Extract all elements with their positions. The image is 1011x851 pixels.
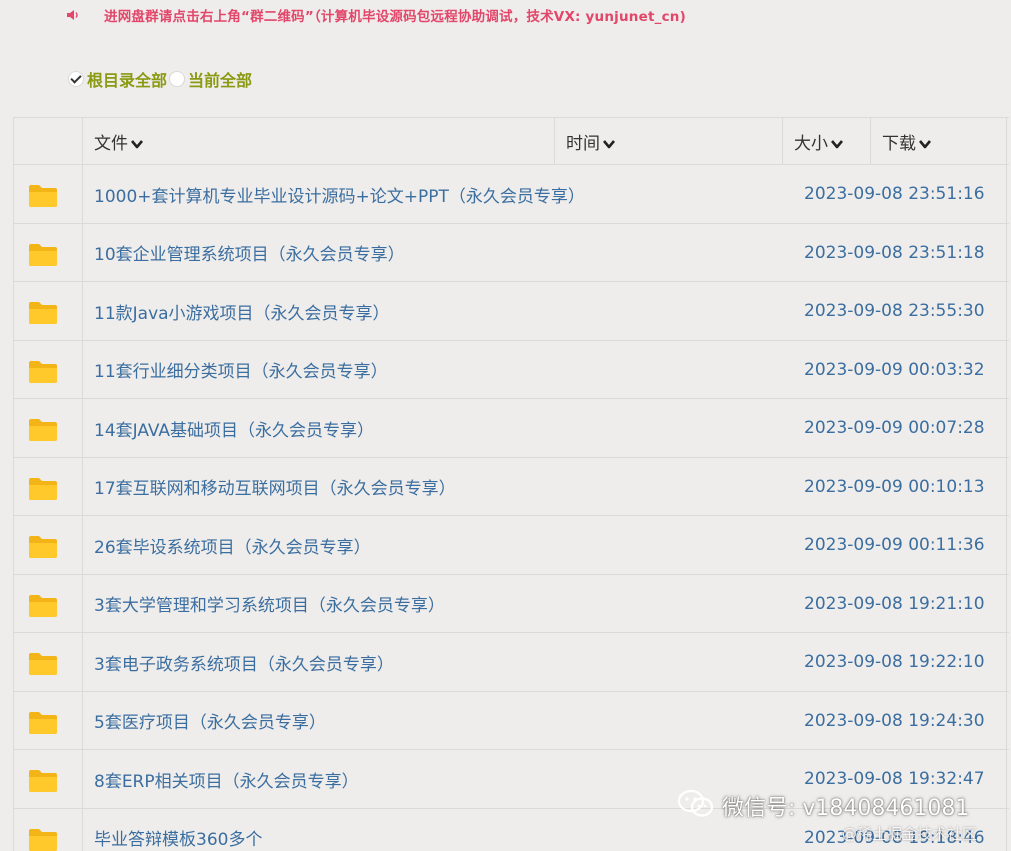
file-time: 2023-09-09 00:11:36	[804, 535, 985, 555]
scope-option-root-all[interactable]: 根目录全部	[68, 67, 167, 91]
file-name-link[interactable]: 8套ERP相关项目（永久会员专享）	[94, 750, 359, 808]
file-name-link[interactable]: 17套互联网和移动互联网项目（永久会员专享）	[94, 458, 456, 516]
folder-icon	[28, 243, 58, 267]
table-row[interactable]: 5套医疗项目（永久会员专享） 2023-09-08 19:24:30	[14, 692, 1009, 750]
folder-icon	[28, 711, 58, 735]
table-row[interactable]: 17套互联网和移动互联网项目（永久会员专享） 2023-09-09 00:10:1…	[14, 458, 1009, 516]
file-time: 2023-09-08 23:55:30	[804, 301, 985, 321]
file-name-link[interactable]: 26套毕设系统项目（永久会员专享）	[94, 516, 371, 574]
file-name-link[interactable]: 1000+套计算机专业毕业设计源码+论文+PPT（永久会员专享）	[94, 165, 585, 223]
search-scope: 根目录全部 当前全部	[68, 68, 252, 90]
file-time: 2023-09-08 19:21:10	[804, 593, 985, 614]
file-name-link[interactable]: 14套JAVA基础项目（永久会员专享）	[94, 399, 374, 457]
file-browser-page: 进网盘群请点击右上角“群二维码”（计算机毕设源码包远程协助调试，技术VX: yu…	[0, 0, 1011, 851]
folder-icon	[28, 184, 58, 208]
file-time: 2023-09-08 19:18:46	[804, 827, 985, 848]
table-row[interactable]: 14套JAVA基础项目（永久会员专享） 2023-09-09 00:07:28	[14, 399, 1009, 458]
table-row[interactable]: 10套企业管理系统项目（永久会员专享） 2023-09-08 23:51:18	[14, 224, 1009, 282]
column-header-size[interactable]: 大小	[794, 118, 844, 164]
file-time: 2023-09-09 00:07:28	[804, 418, 985, 438]
folder-icon	[28, 418, 58, 442]
file-name-link[interactable]: 3套电子政务系统项目（永久会员专享）	[94, 633, 394, 691]
table-row[interactable]: 11款Java小游戏项目（永久会员专享） 2023-09-08 23:55:30	[14, 282, 1009, 341]
scope-option-current-all[interactable]: 当前全部	[169, 67, 252, 91]
chevron-down-icon	[602, 135, 616, 149]
file-time: 2023-09-08 19:24:30	[804, 710, 985, 731]
column-header-download[interactable]: 下载	[882, 118, 932, 164]
column-header-time[interactable]: 时间	[566, 118, 616, 164]
notice-text[interactable]: 进网盘群请点击右上角“群二维码”（计算机毕设源码包远程协助调试，技术VX: yu…	[104, 5, 686, 25]
table-body: 1000+套计算机专业毕业设计源码+论文+PPT（永久会员专享） 2023-09-…	[14, 165, 1009, 851]
folder-icon	[28, 535, 58, 559]
file-time: 2023-09-09 00:10:13	[804, 476, 985, 497]
folder-icon	[28, 769, 58, 793]
column-header-label: 时间	[566, 133, 600, 154]
file-name-link[interactable]: 10套企业管理系统项目（永久会员专享）	[94, 224, 405, 282]
file-name-link[interactable]: 3套大学管理和学习系统项目（永久会员专享）	[94, 575, 445, 633]
file-time: 2023-09-08 23:51:18	[804, 242, 985, 263]
table-row[interactable]: 26套毕设系统项目（永久会员专享） 2023-09-09 00:11:36	[14, 516, 1009, 575]
scope-option-label: 当前全部	[188, 71, 253, 90]
file-time: 2023-09-08 19:32:47	[804, 769, 985, 789]
radio-unchecked-icon[interactable]	[169, 71, 186, 87]
file-name-link[interactable]: 11款Java小游戏项目（永久会员专享）	[94, 282, 390, 340]
file-name-link[interactable]: 毕业答辩模板360多个	[94, 809, 262, 851]
file-time: 2023-09-09 00:03:32	[804, 359, 985, 380]
file-name-link[interactable]: 5套医疗项目（永久会员专享）	[94, 692, 326, 750]
folder-icon	[28, 594, 58, 618]
radio-checked-icon[interactable]	[68, 71, 84, 87]
chevron-down-icon	[918, 135, 932, 149]
speaker-icon	[66, 7, 84, 21]
folder-icon	[28, 828, 58, 851]
column-header-label: 大小	[794, 133, 828, 154]
folder-icon	[28, 301, 58, 325]
table-row[interactable]: 1000+套计算机专业毕业设计源码+论文+PPT（永久会员专享） 2023-09-…	[14, 165, 1009, 224]
folder-icon	[28, 652, 58, 676]
folder-icon	[28, 477, 58, 501]
column-header-file[interactable]: 文件	[94, 118, 144, 164]
folder-icon	[28, 360, 58, 384]
file-time: 2023-09-08 19:22:10	[804, 652, 985, 672]
table-row[interactable]: 8套ERP相关项目（永久会员专享） 2023-09-08 19:32:47	[14, 750, 1009, 809]
chevron-down-icon	[130, 135, 144, 149]
file-table: 文件 时间 大小 下载 1000+套计算机专业毕业设计源码+论文+PPT（永久会…	[13, 117, 1009, 851]
table-row[interactable]: 3套电子政务系统项目（永久会员专享） 2023-09-08 19:22:10	[14, 633, 1009, 692]
file-time: 2023-09-08 23:51:16	[804, 184, 985, 204]
notice-bar	[66, 4, 84, 24]
file-name-link[interactable]: 11套行业细分类项目（永久会员专享）	[94, 341, 388, 399]
table-row[interactable]: 毕业答辩模板360多个 2023-09-08 19:18:46	[14, 809, 1009, 851]
table-row[interactable]: 11套行业细分类项目（永久会员专享） 2023-09-09 00:03:32	[14, 341, 1009, 399]
column-header-label: 下载	[882, 133, 916, 154]
chevron-down-icon	[830, 135, 844, 149]
scope-option-label: 根目录全部	[87, 71, 168, 90]
column-header-label: 文件	[94, 133, 128, 154]
table-header: 文件 时间 大小 下载	[14, 118, 1009, 165]
table-row[interactable]: 3套大学管理和学习系统项目（永久会员专享） 2023-09-08 19:21:10	[14, 575, 1009, 633]
